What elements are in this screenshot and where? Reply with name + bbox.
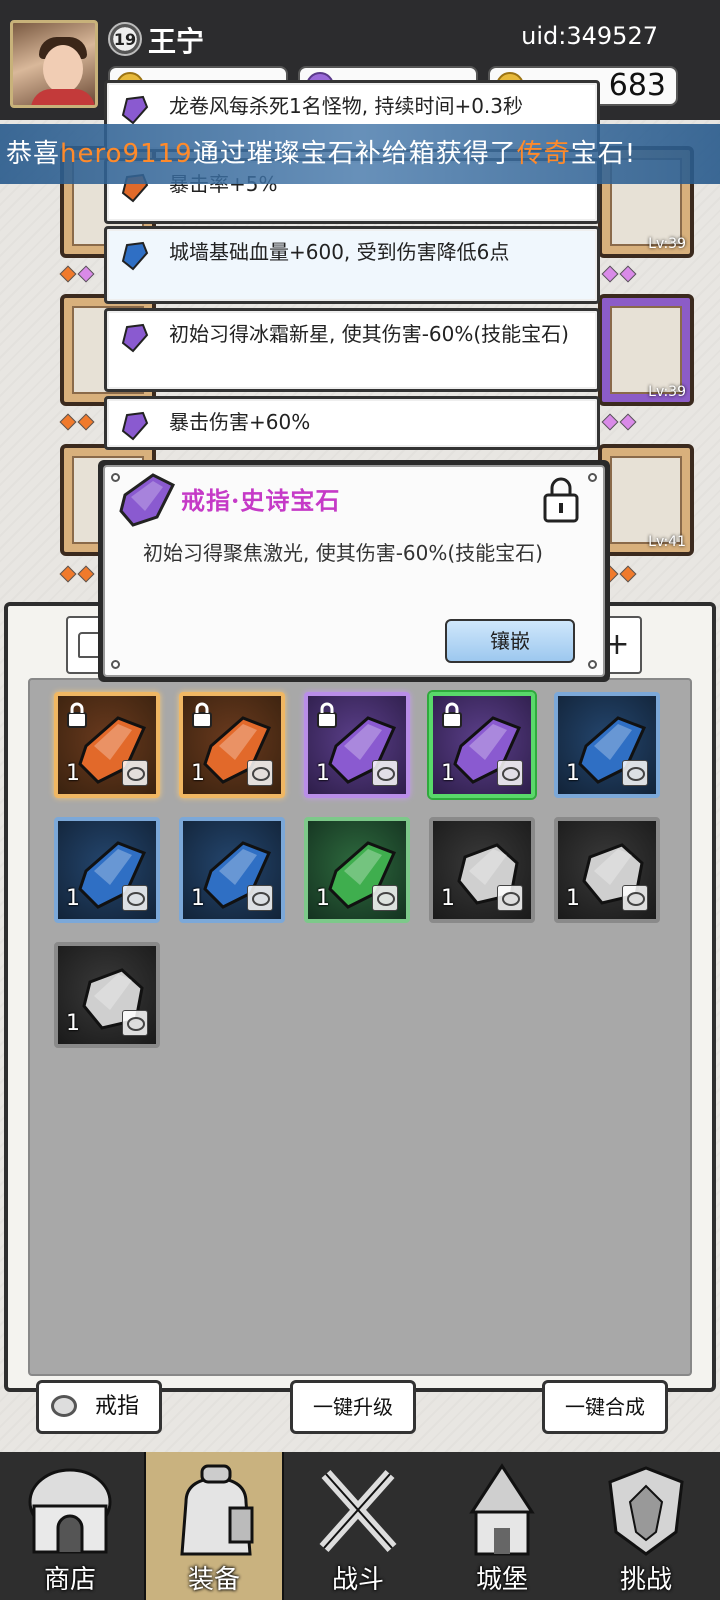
gem-inventory-panel: + 11111111111 bbox=[4, 602, 716, 1392]
gem-detail-popup: 戒指·史诗宝石 初始习得聚焦激光, 使其伤害-60%(技能宝石) 镶嵌 bbox=[98, 460, 610, 682]
ring-slot-icon bbox=[497, 885, 523, 911]
nav-label: 装备 bbox=[187, 1565, 240, 1595]
swords-icon bbox=[319, 1470, 397, 1552]
castle-icon bbox=[469, 1463, 535, 1556]
gem-count: 1 bbox=[566, 886, 580, 911]
ring-slot-icon bbox=[372, 760, 398, 786]
ring-slot-icon bbox=[122, 1010, 148, 1036]
slot-diamonds bbox=[59, 265, 95, 283]
gem-slot-legendary[interactable]: 1 bbox=[179, 692, 285, 798]
gem-info-card[interactable]: 城墙基础血量+600, 受到伤害降低6点 bbox=[104, 226, 600, 304]
gem-slot-rare[interactable]: 1 bbox=[54, 817, 160, 923]
slot-diamonds bbox=[601, 265, 637, 283]
broadcast-text: 恭喜hero9119通过璀璨宝石补给箱获得了传奇宝石! bbox=[6, 124, 636, 184]
challenge-icon bbox=[608, 1466, 684, 1556]
broadcast-middle: 通过璀璨宝石补给箱获得了 bbox=[192, 139, 517, 169]
nav-label: 挑战 bbox=[619, 1565, 672, 1595]
bag-icon bbox=[180, 1464, 254, 1556]
equipment-level: Lv:39 bbox=[648, 384, 686, 400]
nav-label: 商店 bbox=[43, 1565, 96, 1595]
nav-label: 城堡 bbox=[475, 1565, 528, 1595]
broadcast-player: hero9119 bbox=[60, 139, 193, 169]
gem-slot-legendary[interactable]: 1 bbox=[54, 692, 160, 798]
gem-info-text: 初始习得冰霜新星, 使其伤害-60%(技能宝石) bbox=[169, 322, 569, 346]
ring-slot-icon bbox=[622, 760, 648, 786]
equipment-slot[interactable]: Lv:41 bbox=[598, 444, 694, 556]
equipment-slot[interactable]: Lv:39 bbox=[598, 294, 694, 406]
equipment-level: Lv:41 bbox=[648, 534, 686, 550]
nav-item-bag[interactable]: 装备 bbox=[144, 1452, 284, 1600]
gem-count: 1 bbox=[441, 886, 455, 911]
nav-label: 战斗 bbox=[331, 1565, 384, 1595]
gem-count: 1 bbox=[191, 886, 205, 911]
epic-gem-icon bbox=[119, 473, 176, 527]
gem-slot-rare[interactable]: 1 bbox=[179, 817, 285, 923]
blue-gem-icon bbox=[121, 241, 149, 271]
purple-gem-icon bbox=[121, 411, 149, 441]
broadcast-suffix: 宝石! bbox=[570, 139, 637, 169]
broadcast-banner: 恭喜hero9119通过璀璨宝石补给箱获得了传奇宝石! bbox=[0, 124, 720, 184]
nav-item-challenge[interactable]: 挑战 bbox=[576, 1452, 716, 1600]
ring-filter-button[interactable]: 戒指 bbox=[36, 1380, 162, 1434]
gem-slot-epic[interactable]: 1 bbox=[304, 692, 410, 798]
gem-info-text: 城墙基础血量+600, 受到伤害降低6点 bbox=[169, 240, 510, 264]
broadcast-rarity: 传奇 bbox=[516, 139, 571, 169]
popup-title: 戒指·史诗宝石 bbox=[181, 486, 341, 515]
gem-count: 1 bbox=[566, 761, 580, 786]
gem-count: 1 bbox=[191, 761, 205, 786]
player-name: 王宁 bbox=[148, 25, 205, 58]
avatar[interactable] bbox=[10, 20, 98, 108]
purple-gem-icon bbox=[121, 95, 149, 125]
ring-slot-icon bbox=[497, 760, 523, 786]
gem-count: 1 bbox=[316, 761, 330, 786]
gem-info-text: 暴击伤害+60% bbox=[169, 410, 311, 434]
gem-count: 1 bbox=[441, 761, 455, 786]
gem-count: 1 bbox=[66, 886, 80, 911]
bottom-nav: 商店 装备 战斗 城堡 挑战 bbox=[0, 1452, 720, 1600]
shop-icon bbox=[28, 1468, 112, 1554]
lock-icon[interactable] bbox=[541, 477, 581, 523]
player-uid: uid:349527 bbox=[521, 22, 658, 50]
ring-filter-label: 戒指 bbox=[94, 1394, 139, 1419]
slot-diamonds bbox=[59, 565, 95, 583]
embed-button[interactable]: 镶嵌 bbox=[445, 619, 575, 663]
gem-info-card[interactable]: 初始习得冰霜新星, 使其伤害-60%(技能宝石) bbox=[104, 308, 600, 392]
ring-slot-icon bbox=[122, 760, 148, 786]
player-level-badge: 19 bbox=[108, 22, 142, 56]
lock-icon bbox=[317, 702, 337, 728]
ring-slot-icon bbox=[372, 885, 398, 911]
gem-slot-common[interactable]: 1 bbox=[54, 942, 160, 1048]
gem-slot-common[interactable]: 1 bbox=[429, 817, 535, 923]
lock-icon bbox=[442, 702, 462, 728]
ring-icon bbox=[51, 1395, 77, 1417]
ring-slot-icon bbox=[247, 760, 273, 786]
lock-icon bbox=[67, 702, 87, 728]
nav-item-shop[interactable]: 商店 bbox=[0, 1452, 140, 1600]
equipment-level: Lv:39 bbox=[648, 236, 686, 252]
gem-slot-epic[interactable]: 1 bbox=[429, 692, 535, 798]
lock-icon bbox=[192, 702, 212, 728]
merge-all-button[interactable]: 一键合成 bbox=[542, 1380, 668, 1434]
gem-info-card[interactable]: 暴击伤害+60% bbox=[104, 396, 600, 450]
ring-slot-icon bbox=[247, 885, 273, 911]
nav-item-castle[interactable]: 城堡 bbox=[432, 1452, 572, 1600]
slot-diamonds bbox=[601, 413, 637, 431]
gem-info-text: 龙卷风每杀死1名怪物, 持续时间+0.3秒 bbox=[169, 94, 524, 118]
slot-diamonds bbox=[59, 413, 95, 431]
ring-slot-icon bbox=[622, 885, 648, 911]
gem-count: 1 bbox=[316, 886, 330, 911]
gem-count: 1 bbox=[66, 761, 80, 786]
nav-item-swords[interactable]: 战斗 bbox=[288, 1452, 428, 1600]
resource-value: 683 bbox=[608, 68, 666, 103]
gem-slot-rare[interactable]: 1 bbox=[554, 692, 660, 798]
upgrade-all-button[interactable]: 一键升级 bbox=[290, 1380, 416, 1434]
gem-slot-uncommon[interactable]: 1 bbox=[304, 817, 410, 923]
gem-grid: 1 1 1 1 1 1 1 1 1 1 1 bbox=[28, 678, 692, 1376]
popup-description: 初始习得聚焦激光, 使其伤害-60%(技能宝石) bbox=[143, 541, 543, 565]
broadcast-prefix: 恭喜 bbox=[6, 139, 61, 169]
ring-slot-icon bbox=[122, 885, 148, 911]
purple-gem-icon bbox=[121, 323, 149, 353]
gem-slot-common[interactable]: 1 bbox=[554, 817, 660, 923]
gem-count: 1 bbox=[66, 1011, 80, 1036]
